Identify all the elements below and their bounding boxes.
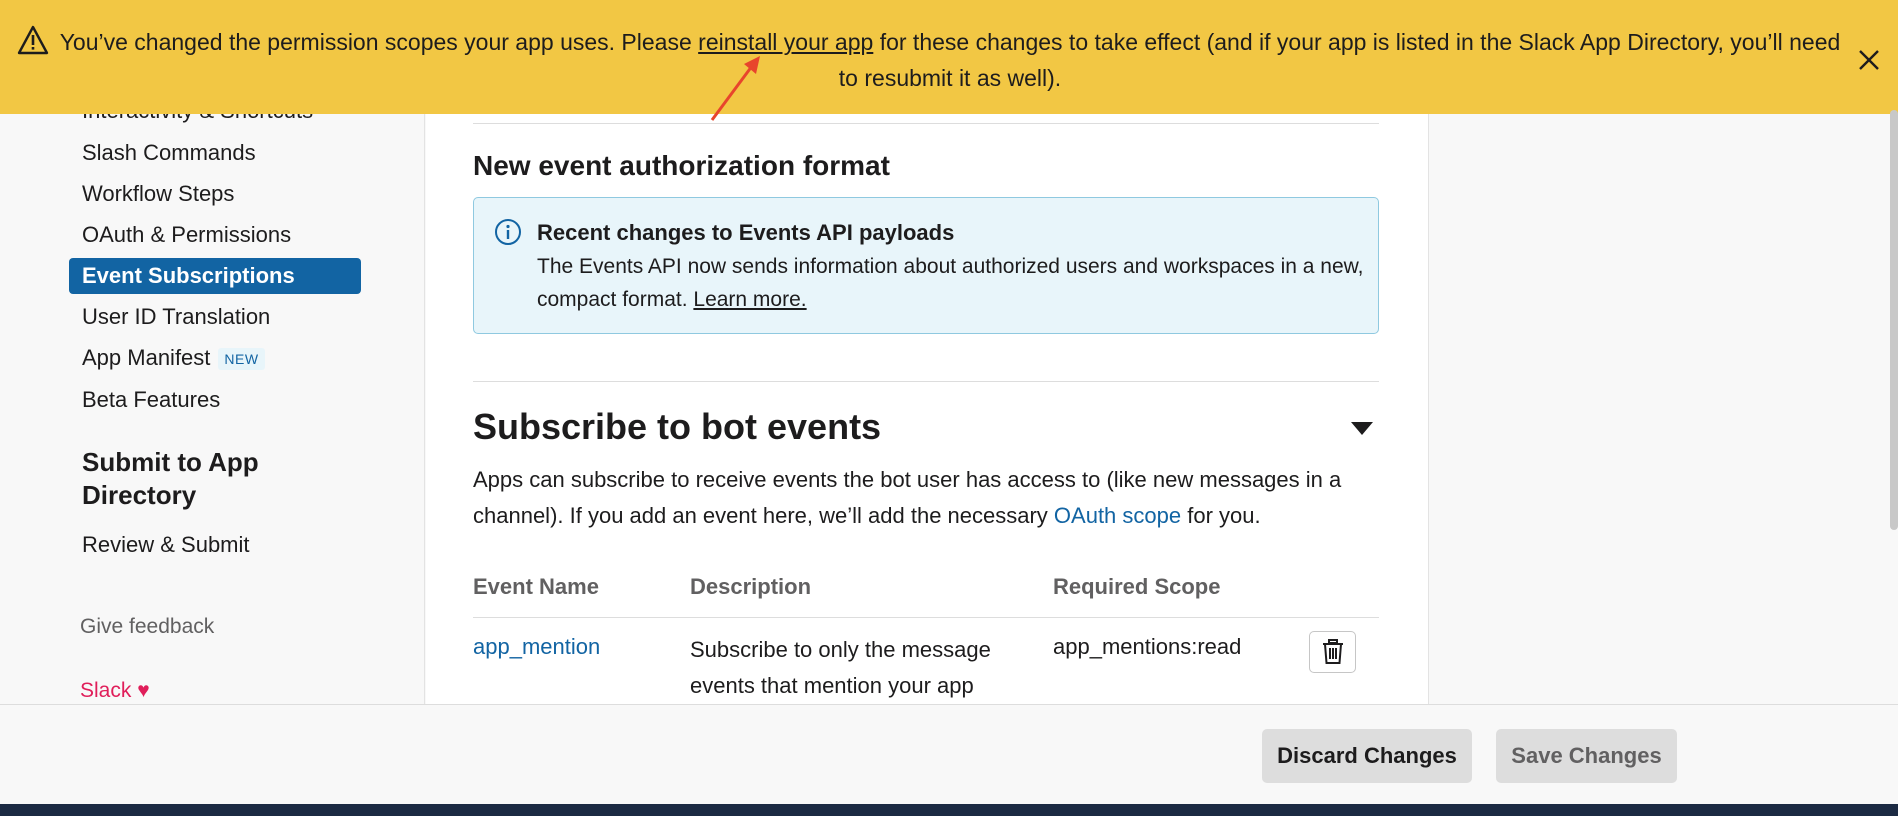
column-header-description: Description (690, 574, 812, 599)
discard-changes-button[interactable]: Discard Changes (1262, 729, 1472, 783)
column-header-required-scope: Required Scope (1053, 574, 1221, 599)
banner-text-end: for these changes to take effect (and if… (838, 29, 1841, 91)
main-content: New event authorization format Recent ch… (426, 0, 1429, 816)
sidebar-item-beta-features[interactable]: Beta Features (82, 385, 220, 415)
submit-section-title: Submit to App Directory (82, 447, 259, 510)
taskbar (0, 804, 1898, 816)
delete-event-button[interactable] (1309, 631, 1356, 673)
learn-more-link[interactable]: Learn more. (693, 288, 806, 311)
slack-love-link[interactable]: Slack ♥ (80, 679, 150, 703)
desc-text-end: for you. (1181, 503, 1261, 528)
sidebar-item-label: App Manifest (82, 345, 211, 370)
divider (473, 381, 1379, 382)
banner-message: You’ve changed the permission scopes you… (55, 24, 1845, 96)
give-feedback-link[interactable]: Give feedback (80, 615, 214, 639)
oauth-scope-link[interactable]: OAuth scope (1054, 503, 1181, 528)
sidebar-item-event-subscriptions[interactable]: Event Subscriptions (69, 258, 361, 294)
sidebar-item-slash-commands[interactable]: Slash Commands (82, 138, 256, 168)
warning-icon (17, 25, 49, 55)
save-changes-button[interactable]: Save Changes (1496, 729, 1677, 783)
sidebar-item-user-id-translation[interactable]: User ID Translation (82, 302, 270, 332)
info-body: The Events API now sends information abo… (537, 250, 1367, 316)
bot-events-title: Subscribe to bot events (473, 406, 882, 447)
footer-bar: Discard Changes Save Changes (0, 704, 1898, 804)
divider (473, 123, 1379, 124)
info-callout: Recent changes to Events API payloads Th… (473, 197, 1379, 334)
info-title: Recent changes to Events API payloads (537, 220, 955, 245)
collapse-caret-icon[interactable] (1351, 422, 1373, 435)
slack-app-settings-page: Interactivity & Shortcuts Slash Commands… (0, 0, 1898, 816)
sidebar-item-workflow-steps[interactable]: Workflow Steps (82, 179, 234, 209)
sidebar-item-app-manifest[interactable]: App Manifest NEW (82, 343, 265, 373)
new-badge: NEW (218, 348, 265, 371)
sidebar: Interactivity & Shortcuts Slash Commands… (0, 0, 425, 816)
sidebar-item-review-submit[interactable]: Review & Submit (82, 530, 250, 560)
event-description: Subscribe to only the message events tha… (690, 637, 991, 698)
slack-label: Slack (80, 679, 132, 702)
event-name-link[interactable]: app_mention (473, 634, 600, 660)
banner-text-start: You’ve changed the permission scopes you… (59, 29, 699, 55)
annotation-arrow-icon (710, 56, 760, 121)
event-scope: app_mentions:read (1053, 634, 1242, 659)
info-body-text: The Events API now sends information abo… (537, 255, 1364, 311)
heart-icon: ♥ (137, 679, 150, 702)
scrollbar[interactable] (1890, 110, 1898, 530)
column-header-event-name: Event Name (473, 574, 599, 599)
scope-change-banner: You’ve changed the permission scopes you… (0, 0, 1898, 114)
close-icon[interactable] (1856, 47, 1882, 73)
auth-format-title: New event authorization format (473, 150, 890, 181)
bot-events-description: Apps can subscribe to receive events the… (473, 462, 1379, 534)
table-row-divider (473, 617, 1379, 618)
info-icon (495, 219, 521, 245)
trash-icon (1322, 639, 1343, 664)
sidebar-item-oauth-permissions[interactable]: OAuth & Permissions (82, 220, 291, 250)
